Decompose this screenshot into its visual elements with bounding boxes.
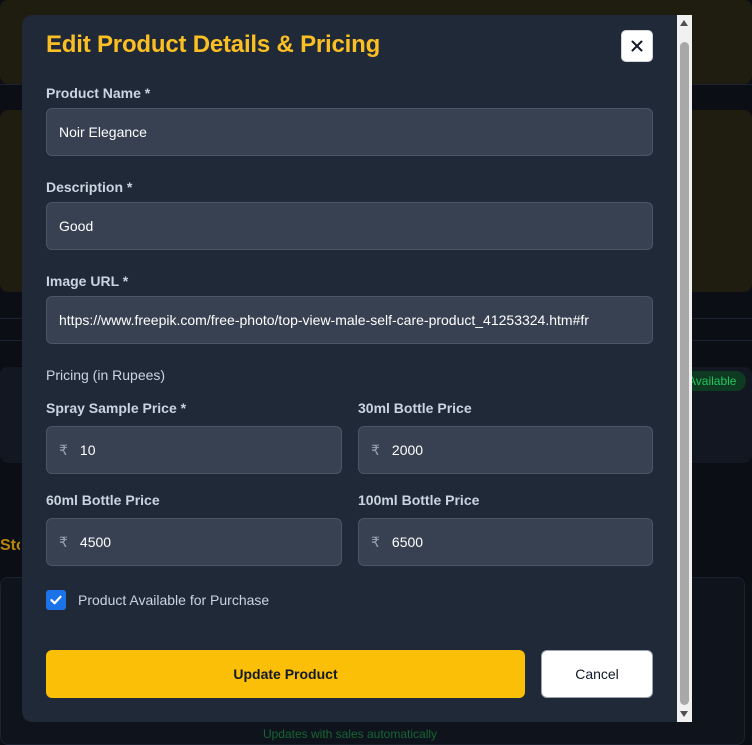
bottle-100ml-label: 100ml Bottle Price xyxy=(358,492,480,508)
update-product-button[interactable]: Update Product xyxy=(46,650,525,698)
background-heading: Stock xyxy=(0,537,20,554)
image-url-input[interactable]: https://www.freepik.com/free-photo/top-v… xyxy=(46,296,653,344)
bottle-100ml-price-input[interactable]: ₹ 6500 xyxy=(358,518,653,566)
bottle-30ml-value: 2000 xyxy=(391,442,424,458)
description-label: Description * xyxy=(46,179,133,195)
pricing-section-label: Pricing (in Rupees) xyxy=(46,367,166,383)
scrollbar-thumb[interactable] xyxy=(680,42,689,705)
close-button[interactable] xyxy=(621,30,653,62)
scroll-down-icon[interactable] xyxy=(680,711,688,717)
product-name-value: Noir Elegance xyxy=(59,124,147,140)
availability-checkbox[interactable] xyxy=(46,590,66,610)
image-url-label: Image URL * xyxy=(46,273,129,289)
background-footer-text: Updates with sales automatically xyxy=(262,727,438,741)
bottle-60ml-price-input[interactable]: ₹ 4500 xyxy=(46,518,342,566)
availability-label[interactable]: Product Available for Purchase xyxy=(78,592,269,608)
rupee-icon: ₹ xyxy=(59,441,68,458)
bottle-30ml-label: 30ml Bottle Price xyxy=(358,400,472,416)
rupee-icon: ₹ xyxy=(371,533,380,550)
scroll-up-icon[interactable] xyxy=(680,20,688,26)
modal-scrollbar[interactable] xyxy=(677,15,692,722)
description-input[interactable]: Good xyxy=(46,202,653,250)
checkmark-icon xyxy=(50,595,62,605)
close-icon xyxy=(631,40,643,52)
rupee-icon: ₹ xyxy=(59,533,68,550)
modal-title: Edit Product Details & Pricing xyxy=(46,31,381,58)
spray-sample-label: Spray Sample Price * xyxy=(46,400,187,416)
spray-sample-value: 10 xyxy=(79,442,96,458)
image-url-value: https://www.freepik.com/free-photo/top-v… xyxy=(59,312,589,328)
bottle-60ml-label: 60ml Bottle Price xyxy=(46,492,160,508)
rupee-icon: ₹ xyxy=(371,441,380,458)
bottle-60ml-value: 4500 xyxy=(79,534,112,550)
edit-product-modal: Edit Product Details & Pricing Product N… xyxy=(22,15,692,722)
product-name-label: Product Name * xyxy=(46,85,151,101)
product-name-input[interactable]: Noir Elegance xyxy=(46,108,653,156)
spray-sample-price-input[interactable]: ₹ 10 xyxy=(46,426,342,474)
cancel-button[interactable]: Cancel xyxy=(541,650,653,698)
bottle-100ml-value: 6500 xyxy=(391,534,424,550)
bottle-30ml-price-input[interactable]: ₹ 2000 xyxy=(358,426,653,474)
description-value: Good xyxy=(59,218,94,234)
